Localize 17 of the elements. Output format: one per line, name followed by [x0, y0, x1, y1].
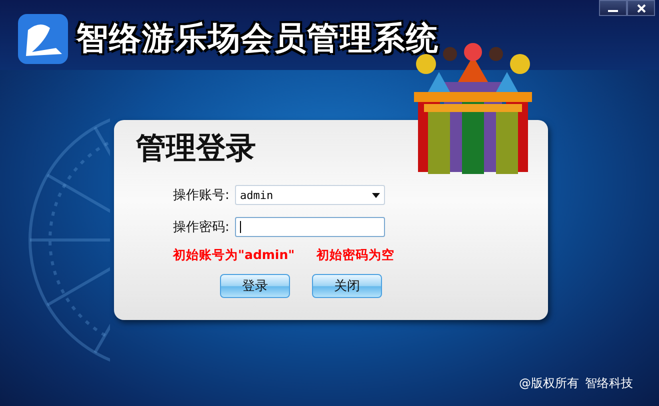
hint-text: 初始密码为空 [316, 247, 395, 264]
password-label: 操作密码: [173, 219, 230, 236]
copyright-text: @版权所有 [519, 375, 579, 392]
copyright-text: 智络科技 [585, 375, 633, 392]
password-field[interactable] [235, 217, 385, 237]
login-button[interactable]: 登录 [220, 274, 290, 298]
dropdown-arrow-icon [372, 192, 380, 198]
window-title: 智络游乐场会员管理系统 [76, 18, 439, 59]
close-button[interactable] [627, 0, 655, 16]
account-label: 操作账号: [173, 187, 230, 204]
minimize-button[interactable] [599, 0, 627, 16]
close-icon [636, 4, 646, 12]
logo-icon [18, 14, 68, 64]
account-dropdown[interactable]: admin [235, 185, 385, 205]
hint-text: 初始账号为"admin" [173, 247, 295, 264]
close-dialog-button[interactable]: 关闭 [312, 274, 382, 298]
login-heading: 管理登录 [136, 130, 257, 168]
